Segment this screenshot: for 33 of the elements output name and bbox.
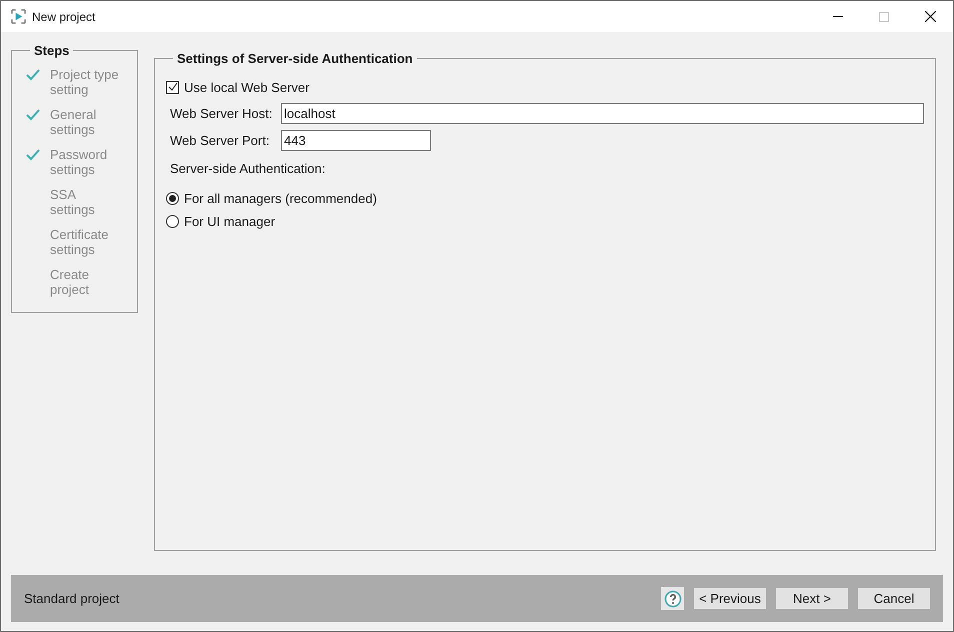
step-label: Project type setting bbox=[50, 66, 120, 96]
help-icon bbox=[664, 590, 682, 608]
check-icon bbox=[26, 68, 40, 80]
port-field[interactable]: 443 bbox=[281, 130, 431, 151]
host-label: Web Server Host: bbox=[170, 104, 274, 123]
settings-title: Settings of Server-side Authentication bbox=[176, 50, 414, 68]
use-local-checkbox[interactable] bbox=[166, 80, 179, 94]
radio-label: For all managers (recommended) bbox=[184, 190, 377, 208]
auth-label: Server-side Authentication: bbox=[170, 160, 326, 178]
footer-status: Standard project bbox=[24, 590, 120, 608]
step-label: Certificate settings bbox=[50, 226, 110, 256]
check-icon bbox=[26, 148, 40, 160]
window-title: New project bbox=[32, 8, 96, 26]
use-local-label: Use local Web Server bbox=[184, 78, 310, 96]
app-icon bbox=[11, 9, 26, 24]
radio-label: For UI manager bbox=[184, 213, 276, 231]
radio-button[interactable] bbox=[166, 215, 179, 228]
step-label: Password settings bbox=[50, 146, 108, 176]
footer-button[interactable]: Cancel bbox=[858, 588, 930, 609]
help-button[interactable] bbox=[661, 587, 684, 610]
step-label: Create project bbox=[50, 266, 90, 296]
maximize-icon bbox=[879, 12, 889, 22]
minimize-icon bbox=[833, 16, 843, 17]
step-label: SSA settings bbox=[50, 186, 96, 216]
radio-button[interactable] bbox=[166, 192, 179, 205]
footer-button[interactable]: < Previous bbox=[694, 588, 766, 609]
close-icon bbox=[924, 11, 936, 22]
port-label: Web Server Port: bbox=[170, 132, 270, 150]
check-icon bbox=[26, 108, 40, 120]
steps-title: Steps bbox=[33, 42, 70, 60]
host-field[interactable]: localhost bbox=[281, 103, 924, 124]
footer-button[interactable]: Next > bbox=[776, 588, 848, 609]
step-label: General settings bbox=[50, 106, 98, 136]
